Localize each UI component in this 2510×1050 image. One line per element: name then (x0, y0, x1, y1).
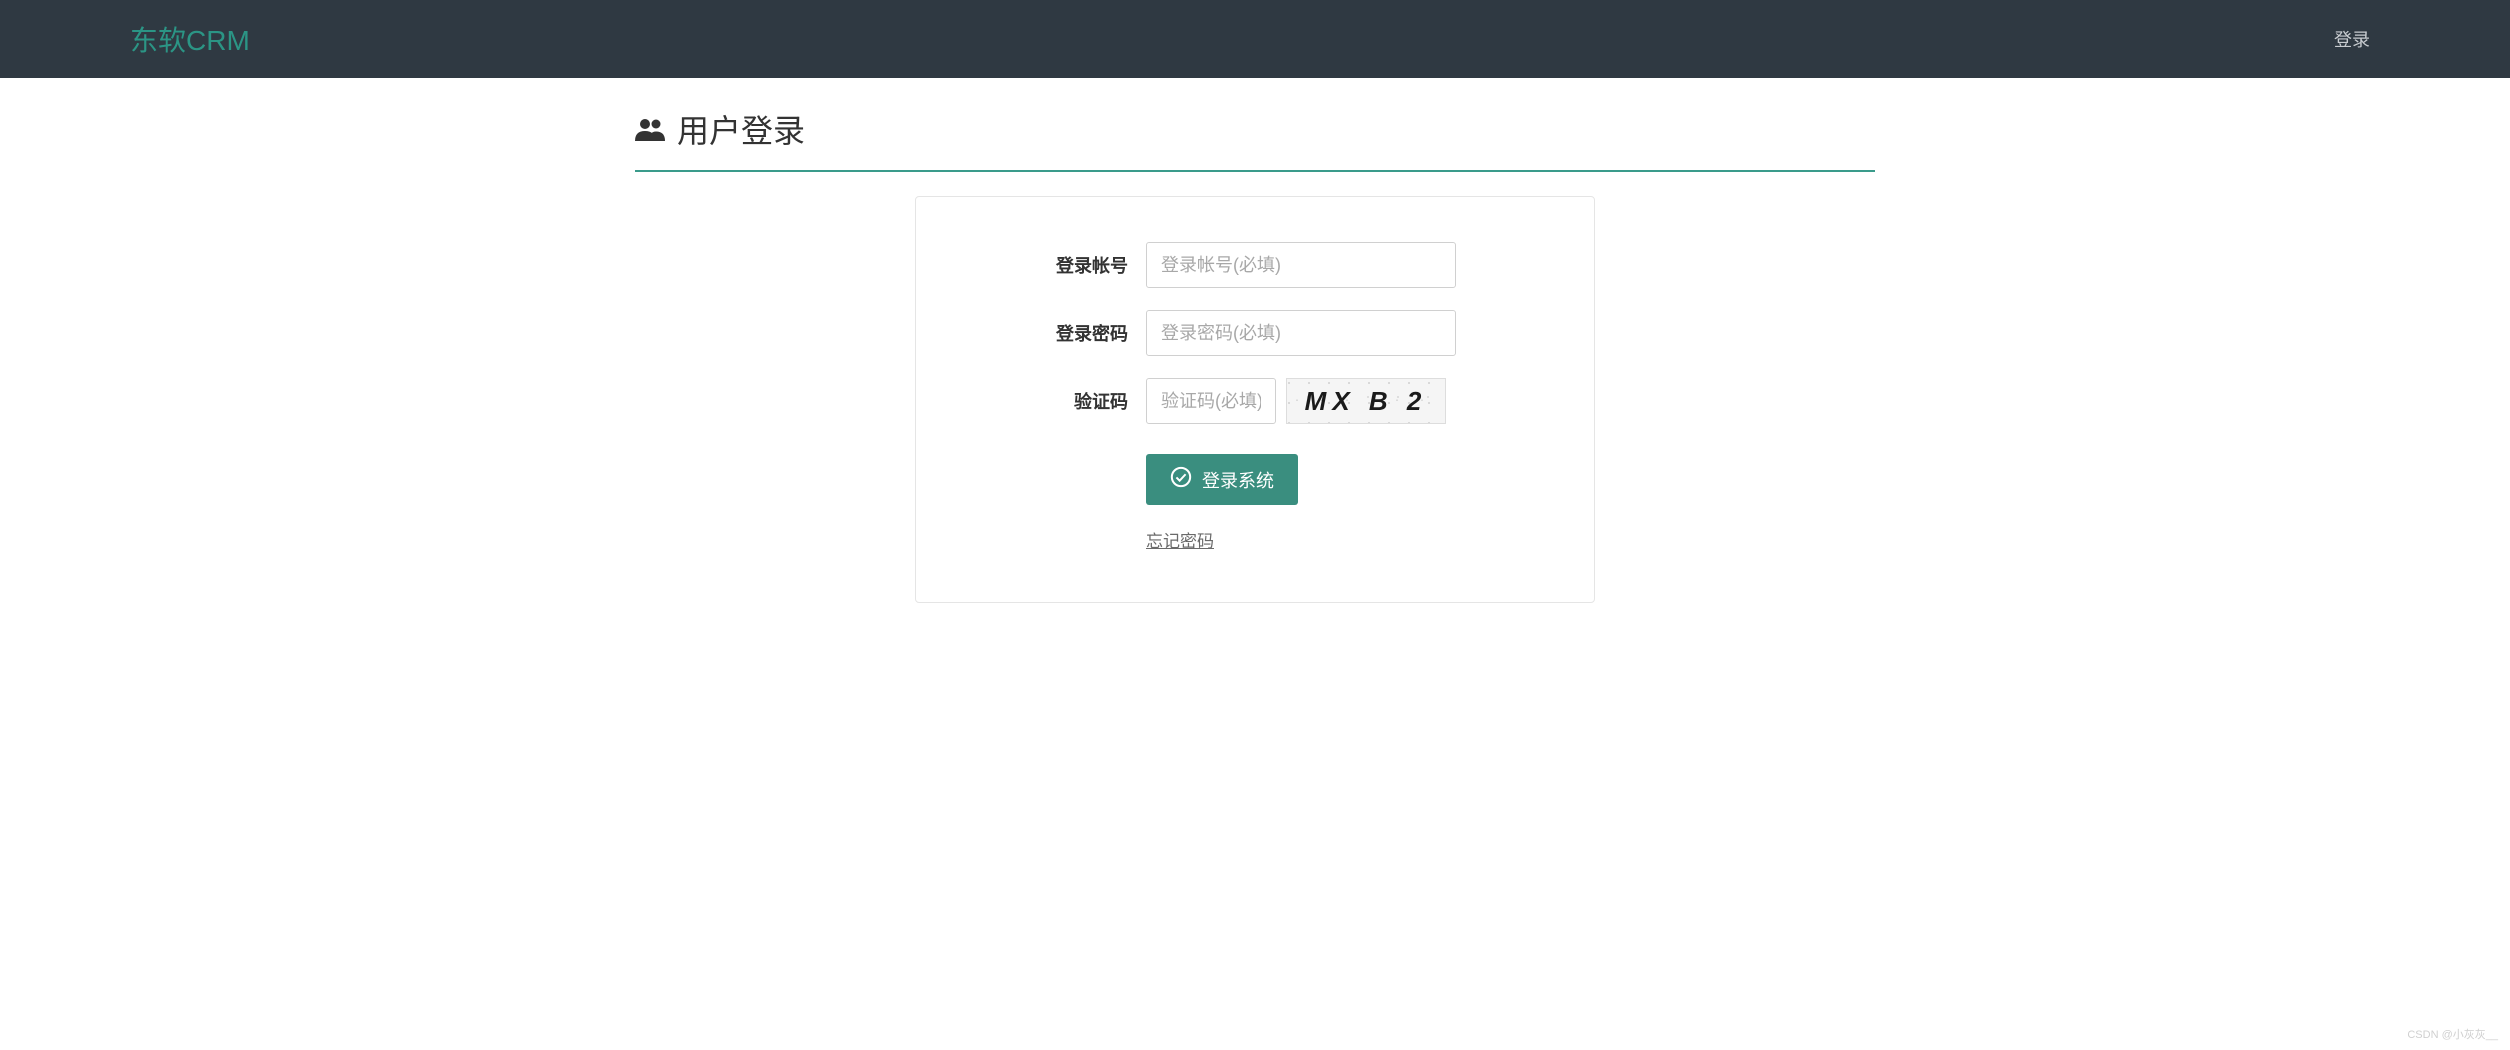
account-input[interactable] (1146, 242, 1456, 288)
nav-login-link[interactable]: 登录 (2334, 26, 2380, 52)
login-card: 登录帐号 登录密码 验证码 MX B 2 登录系统 忘 (915, 196, 1595, 603)
page-header: 用户登录 (635, 78, 1875, 172)
login-submit-label: 登录系统 (1202, 467, 1274, 493)
page-title: 用户登录 (677, 106, 805, 152)
users-icon (635, 117, 665, 141)
captcha-image[interactable]: MX B 2 (1286, 378, 1446, 424)
navbar: 东软CRM 登录 (0, 0, 2510, 78)
captcha-input[interactable] (1146, 378, 1276, 424)
captcha-row: 验证码 MX B 2 (946, 378, 1564, 424)
forgot-password-link[interactable]: 忘记密码 (1146, 527, 1214, 552)
brand-link[interactable]: 东软CRM (130, 19, 250, 59)
password-label: 登录密码 (946, 320, 1146, 346)
captcha-label: 验证码 (946, 388, 1146, 414)
account-label: 登录帐号 (946, 252, 1146, 278)
account-row: 登录帐号 (946, 242, 1564, 288)
form-actions: 登录系统 忘记密码 (1146, 454, 1564, 552)
watermark: CSDN @小灰灰__ (2407, 1026, 2498, 1042)
password-row: 登录密码 (946, 310, 1564, 356)
check-circle-icon (1170, 466, 1192, 493)
login-submit-button[interactable]: 登录系统 (1146, 454, 1298, 505)
password-input[interactable] (1146, 310, 1456, 356)
main-container: 用户登录 登录帐号 登录密码 验证码 MX B 2 登录 (615, 78, 1895, 603)
